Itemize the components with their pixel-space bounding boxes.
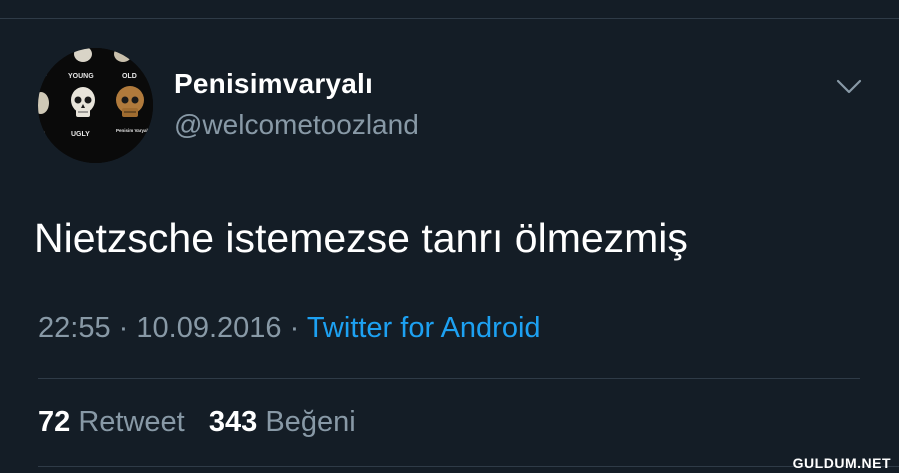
divider (38, 466, 899, 467)
skull-grid-image: YOUNG OLD E R UGLY Penisim Varyalı (38, 48, 153, 163)
avatar-young-label: YOUNG (68, 73, 94, 80)
avatar-old-label: OLD (122, 73, 137, 80)
like-count: 343 (208, 406, 258, 438)
divider (38, 378, 860, 379)
display-name[interactable]: Penisimvaryalı (174, 68, 373, 100)
like-label: Beğeni (265, 406, 356, 438)
avatar-left-bottom-label: R (40, 131, 45, 138)
avatar-ugly-label: UGLY (71, 131, 90, 138)
tweet-text: Nietzsche istemezse tanrı ölmezmiş (34, 215, 688, 261)
retweets-stat[interactable]: 72 Retweet (38, 406, 185, 438)
meta-separator: · (289, 312, 300, 344)
tweet-stats: 72 Retweet 343 Beğeni (38, 406, 356, 439)
avatar-left-top-label: E (42, 71, 47, 78)
likes-stat[interactable]: 343 Beğeni (209, 406, 356, 438)
avatar[interactable]: YOUNG OLD E R UGLY Penisim Varyalı (38, 48, 153, 163)
tweet-meta: 22:55 · 10.09.2016 · Twitter for Android (38, 312, 541, 345)
watermark: GULDUM.NET (792, 455, 891, 471)
meta-separator: · (118, 312, 129, 344)
tweet-time[interactable]: 22:55 (38, 312, 111, 344)
chevron-down-icon (836, 79, 862, 94)
user-handle[interactable]: @welcometoozland (174, 109, 419, 141)
avatar-corner-label: Penisim Varyalı (116, 128, 149, 133)
retweet-count: 72 (38, 406, 71, 438)
top-divider (0, 18, 899, 19)
retweet-label: Retweet (78, 406, 185, 438)
tweet-menu-button[interactable] (832, 74, 866, 100)
tweet-source-link[interactable]: Twitter for Android (307, 312, 541, 344)
tweet-date[interactable]: 10.09.2016 (136, 312, 281, 344)
